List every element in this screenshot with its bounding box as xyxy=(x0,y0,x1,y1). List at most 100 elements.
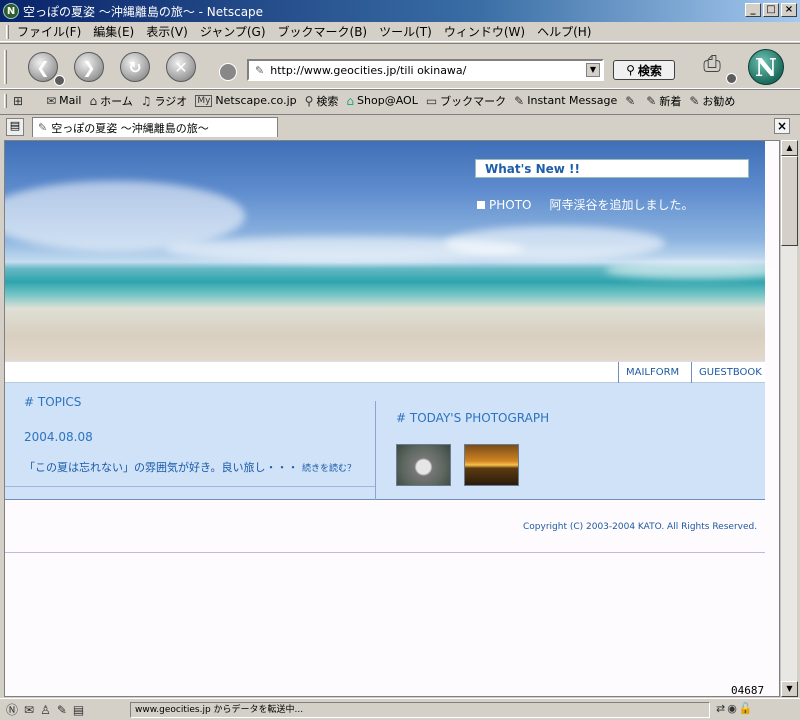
bullet-icon xyxy=(477,200,485,209)
bookmark-menu-button[interactable]: ⊞ xyxy=(13,94,26,108)
url-dropdown-icon[interactable]: ▼ xyxy=(586,63,600,77)
menu-help[interactable]: ヘルプ(H) xyxy=(537,23,591,40)
hit-counter: 04687 xyxy=(731,684,765,697)
bookmarks-icon: ⊞ xyxy=(13,93,24,108)
photo-thumbnail-dog[interactable] xyxy=(396,444,451,486)
beach-banner-image: What's New !! PHOTO 阿寺渓谷を追加しました。 xyxy=(5,141,779,361)
page-proxy-icon: ✎ xyxy=(255,63,265,77)
magnifier-icon: ⚲ xyxy=(304,93,314,108)
footer-divider xyxy=(5,552,765,553)
menu-edit[interactable]: 編集(E) xyxy=(93,23,134,40)
composer-icon[interactable]: ✎ xyxy=(57,703,67,717)
copyright: Copyright (C) 2003-2004 KATO. All Rights… xyxy=(523,522,758,532)
status-bar: Ⓝ ✉ ♙ ✎ ▤ www.geocities.jp からデータを転送中... … xyxy=(0,698,800,720)
mail-icon[interactable]: ✉ xyxy=(24,703,34,717)
stop-button[interactable]: ✕ xyxy=(166,52,196,82)
bookmark-home[interactable]: ⌂ ホーム xyxy=(89,93,132,109)
bookmark-label: ラジオ xyxy=(154,94,188,108)
print-icon[interactable]: ⎙ xyxy=(696,52,728,82)
bookmark-search[interactable]: ⚲ 検索 xyxy=(305,93,339,109)
netscape-logo[interactable]: N xyxy=(748,49,784,85)
back-dropdown-icon[interactable] xyxy=(54,75,65,86)
address-book-icon[interactable]: ▤ xyxy=(73,703,84,717)
bookmark-link-icon: ✎ xyxy=(646,93,657,108)
photo-heading: # TODAY'S PHOTOGRAPH xyxy=(396,411,550,425)
search-button[interactable]: ⚲ 検索 xyxy=(613,60,675,80)
netscape-status-icon[interactable]: Ⓝ xyxy=(6,701,18,718)
search-icon: ⚲ xyxy=(626,63,635,77)
menu-grip xyxy=(6,24,9,39)
bookmark-mail[interactable]: ✉ Mail xyxy=(46,94,81,108)
bookmark-label: ホーム xyxy=(100,94,133,108)
bookmark-shop-aol[interactable]: ⌂ Shop@AOL xyxy=(346,94,417,108)
whats-new-heading: What's New !! xyxy=(475,159,749,178)
bookmark-label: 検索 xyxy=(316,94,339,108)
new-tab-icon[interactable]: ▤ xyxy=(6,118,24,136)
maximize-button[interactable]: □ xyxy=(763,3,779,17)
link-row: MAILFORM GUESTBOOK xyxy=(5,361,765,384)
topics-heading: # TOPICS xyxy=(24,395,82,409)
aim-icon[interactable]: ♙ xyxy=(40,703,51,717)
bookmark-recommend[interactable]: ✎ お勧め xyxy=(689,93,735,109)
bookmark-label: Shop@AOL xyxy=(357,94,418,107)
close-button[interactable]: × xyxy=(781,3,797,17)
url-bar[interactable]: ✎ http://www.geocities.jp/tili okinawa/ … xyxy=(247,59,604,81)
mail-icon: ✉ xyxy=(46,93,57,108)
stop-icon: ✕ xyxy=(174,57,188,77)
search-button-label: 検索 xyxy=(637,63,662,78)
bookmark-instant-message[interactable]: ✎ Instant Message xyxy=(514,94,617,108)
news-item: PHOTO 阿寺渓谷を追加しました。 xyxy=(477,196,694,213)
back-icon: ❮ xyxy=(36,57,50,77)
news-text: 阿寺渓谷を追加しました。 xyxy=(549,198,694,212)
bookmark-new[interactable]: ✎ 新着 xyxy=(646,93,681,109)
menu-bookmarks[interactable]: ブックマーク(B) xyxy=(278,23,368,40)
scroll-up-icon[interactable]: ▲ xyxy=(781,140,798,156)
bookmark-netscape[interactable]: My Netscape.co.jp xyxy=(195,94,297,107)
bookmark-folder[interactable]: ▭ ブックマーク xyxy=(426,93,506,109)
guestbook-link[interactable]: GUESTBOOK xyxy=(691,362,769,384)
forward-button[interactable]: ❯ xyxy=(74,52,104,82)
netscape-app-icon: N xyxy=(3,3,19,19)
page-icon: ✎ xyxy=(38,121,48,134)
menu-file[interactable]: ファイル(F) xyxy=(17,23,81,40)
news-category: PHOTO xyxy=(489,197,532,212)
bookmark-label: 新着 xyxy=(659,94,682,108)
divider xyxy=(375,401,376,500)
divider xyxy=(5,486,375,487)
topics-message[interactable]: 「この夏は忘れない」の雰囲気が好き。良い旅し・・・ 続きを読む？ xyxy=(24,459,356,475)
tab-current[interactable]: ✎ 空っぽの夏姿 〜沖縄離島の旅〜 xyxy=(32,117,278,137)
bookmarks-toolbar: ⊞ ✉ Mail ⌂ ホーム ♫ ラジオ My Netscape.co.jp ⚲ 検索 ⌂… xyxy=(0,89,800,111)
menu-go[interactable]: ジャンプ(G) xyxy=(200,23,266,40)
history-dropdown-icon[interactable] xyxy=(219,63,237,81)
vertical-scrollbar[interactable]: ▲ ▼ xyxy=(780,140,798,697)
window-title: 空っぽの夏姿 〜沖縄離島の旅〜 - Netscape xyxy=(23,4,264,19)
bookmark-link-icon: ✎ xyxy=(625,93,636,108)
my-icon: My xyxy=(195,94,213,107)
forward-icon: ❯ xyxy=(82,57,96,77)
navigation-toolbar: ❮ ❯ ↻ ✕ ✎ http://www.geocities.jp/tili o… xyxy=(0,43,800,89)
menu-tools[interactable]: ツール(T) xyxy=(379,23,432,40)
scroll-thumb[interactable] xyxy=(781,156,798,246)
scroll-down-icon[interactable]: ▼ xyxy=(781,681,798,697)
bookmark-blank[interactable]: ✎ xyxy=(625,94,638,108)
minimize-button[interactable]: _ xyxy=(745,3,761,17)
close-tab-button[interactable]: × xyxy=(774,118,790,134)
shop-icon: ⌂ xyxy=(346,93,355,108)
security-icons: ⇄◉🔓 xyxy=(716,702,755,715)
bookmark-label: Netscape.co.jp xyxy=(215,94,297,107)
menu-window[interactable]: ウィンドウ(W) xyxy=(444,23,525,40)
print-dropdown-icon[interactable] xyxy=(726,73,737,84)
tab-label: 空っぽの夏姿 〜沖縄離島の旅〜 xyxy=(51,121,209,135)
read-more-link[interactable]: 続きを読む？ xyxy=(302,464,356,474)
menu-view[interactable]: 表示(V) xyxy=(146,23,188,40)
mailform-link[interactable]: MAILFORM xyxy=(618,362,686,384)
bookmark-link-icon: ✎ xyxy=(689,93,700,108)
menu-bar: ファイル(F) 編集(E) 表示(V) ジャンプ(G) ブックマーク(B) ツー… xyxy=(0,22,800,42)
tab-bar: ▤ ✎ 空っぽの夏姿 〜沖縄離島の旅〜 × xyxy=(0,114,800,138)
status-text: www.geocities.jp からデータを転送中... xyxy=(130,702,710,718)
photo-thumbnail-sunset[interactable] xyxy=(464,444,519,486)
bookmark-radio[interactable]: ♫ ラジオ xyxy=(141,93,188,109)
bookmark-label: Mail xyxy=(59,94,82,107)
reload-button[interactable]: ↻ xyxy=(120,52,150,82)
headphones-icon: ♫ xyxy=(140,93,152,108)
